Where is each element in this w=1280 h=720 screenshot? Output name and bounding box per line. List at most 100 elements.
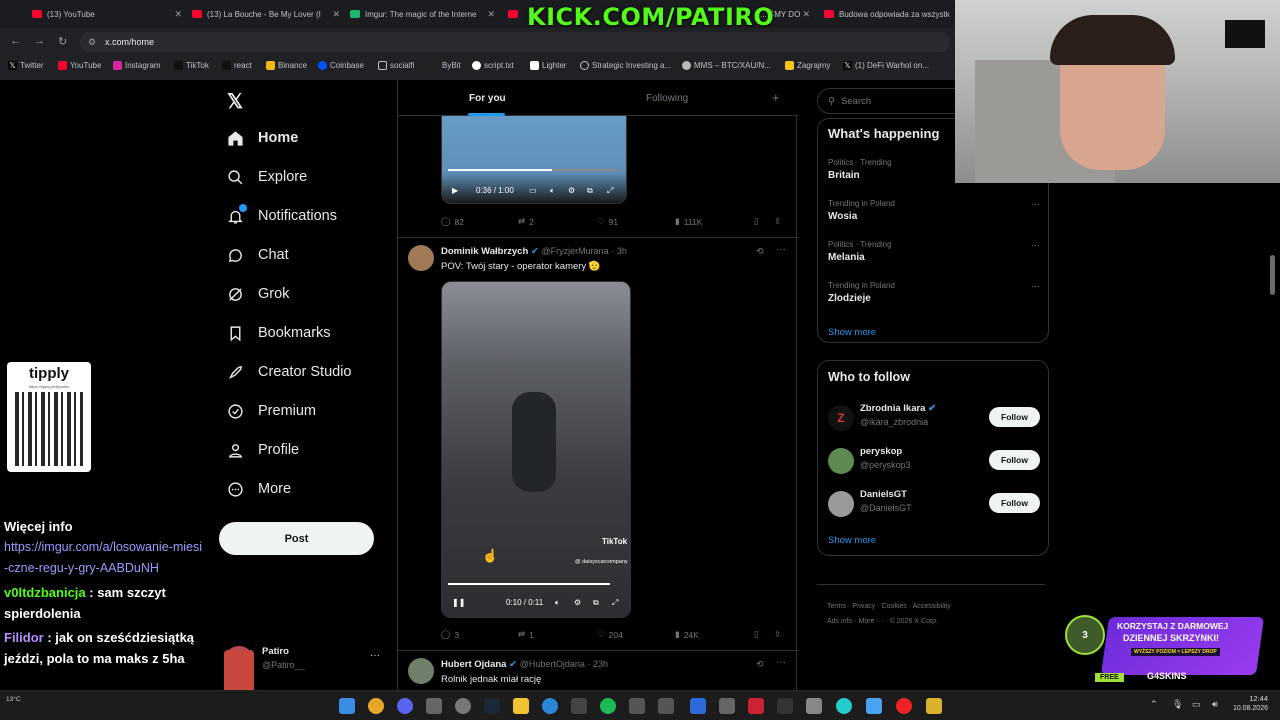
bookmark[interactable]: socialfi (378, 61, 414, 70)
play-icon[interactable]: ▶ (452, 186, 458, 195)
footer-link[interactable]: Privacy (852, 603, 875, 610)
bookmark[interactable]: Binance (266, 61, 307, 70)
fullscreen-icon[interactable]: ⤢ (612, 598, 618, 608)
bookmark[interactable]: Instagram (113, 61, 161, 70)
nav-notifications[interactable]: Notifications (226, 204, 337, 225)
nav-profile[interactable]: Profile (226, 441, 299, 459)
spotify-icon[interactable] (600, 698, 616, 714)
trend-item[interactable]: Politics · Trending Melania ··· (828, 240, 1040, 263)
close-icon[interactable]: ✕ (487, 9, 495, 20)
views-button[interactable]: ▮ 111K (675, 216, 702, 227)
discord-icon[interactable] (397, 698, 413, 714)
footer-link[interactable]: Terms (827, 603, 846, 610)
bookmark[interactable]: TikTok (174, 61, 209, 70)
obs-icon[interactable] (455, 698, 471, 714)
video-progress[interactable] (448, 169, 552, 171)
avatar[interactable] (408, 658, 434, 684)
bookmark[interactable]: 𝕏 (1) DeFi Warhol on... (843, 61, 929, 70)
app-icon[interactable] (748, 698, 764, 714)
clock-date[interactable]: 10.08.2026 (1222, 705, 1268, 712)
nav-explore[interactable]: Explore (226, 168, 307, 186)
bookmark[interactable]: YouTube (58, 61, 101, 70)
chrome-icon[interactable] (368, 698, 384, 714)
browser-tab[interactable]: Imgur: The magic of the Interne ✕ (350, 4, 495, 24)
bookmark-tweet-button[interactable]: ▯ (754, 629, 759, 640)
bookmark-tweet-button[interactable]: ▯ (754, 216, 759, 227)
bookmark[interactable]: 𝕏 Twitter (8, 61, 44, 70)
pip-icon[interactable]: ⧉ (587, 186, 593, 196)
trend-item[interactable]: Trending in Poland Zlodzieje ··· (828, 281, 1040, 304)
author-name[interactable]: Dominik Wałbrzych (441, 246, 528, 257)
browser-tab[interactable]: (13) YouTube ✕ (32, 4, 182, 24)
chat-link[interactable]: https://imgur.com/a/losowanie-miesi-czne… (0, 537, 205, 579)
bookmark[interactable]: react (222, 61, 252, 70)
grok-icon[interactable]: ⟲ (756, 659, 764, 670)
footer-link[interactable]: Ads info (827, 618, 852, 625)
repost-button[interactable]: ⇄ 1 (518, 629, 534, 640)
more-dots-icon[interactable]: ··· (776, 657, 786, 668)
browser-tab[interactable]: (13) La Bouche - Be My Lover (I ✕ (192, 4, 340, 24)
author-handle[interactable]: @FryzjerMurana (542, 246, 609, 256)
nav-bookmarks[interactable]: Bookmarks (226, 324, 331, 342)
notepad-icon[interactable] (866, 698, 882, 714)
app-icon[interactable] (896, 698, 912, 714)
share-button[interactable]: ⇪ (774, 629, 781, 640)
volume-icon[interactable]: 🔈︎ (555, 598, 560, 608)
grok-icon[interactable]: ⟲ (756, 246, 764, 257)
tab-for-you[interactable]: For you (469, 93, 506, 104)
follow-button[interactable]: Follow (989, 407, 1040, 427)
trend-item[interactable]: Trending in Poland Wosia ··· (828, 199, 1040, 222)
more-dots-icon[interactable]: ··· (370, 650, 380, 661)
close-icon[interactable]: ✕ (802, 9, 810, 20)
back-icon[interactable]: ← (10, 35, 21, 47)
app-icon[interactable] (836, 698, 852, 714)
app-icon[interactable] (629, 698, 645, 714)
url-field[interactable]: ⚙ x.com/home (80, 32, 950, 52)
tab-following[interactable]: Following (646, 93, 688, 104)
follow-suggestion[interactable]: DanielsGT @DanielsGT Follow (818, 485, 1050, 525)
close-icon[interactable]: ✕ (332, 9, 340, 20)
nav-creator-studio[interactable]: Creator Studio (226, 363, 352, 381)
folder-icon[interactable] (513, 698, 529, 714)
tweet-time[interactable]: · 23h (588, 659, 609, 669)
follow-button[interactable]: Follow (989, 450, 1040, 470)
nav-grok[interactable]: Grok (226, 285, 289, 303)
post-button[interactable]: Post (219, 522, 374, 555)
share-button[interactable]: ⇪ (774, 216, 781, 227)
nav-chat[interactable]: Chat (226, 246, 289, 264)
app-icon[interactable] (658, 698, 674, 714)
author-handle[interactable]: @HubertOjdana (520, 659, 585, 669)
settings-icon[interactable]: ⚙ (574, 598, 581, 607)
bookmark[interactable]: Coinbase (318, 61, 364, 70)
x-logo-icon[interactable]: 𝕏 (227, 89, 243, 114)
bookmark[interactable]: ByBit (430, 61, 461, 70)
follow-suggestion[interactable]: peryskop @peryskop3 Follow (818, 442, 1050, 482)
bookmark[interactable]: Zagrajmy (785, 61, 830, 70)
follow-button[interactable]: Follow (989, 493, 1040, 513)
forward-icon[interactable]: → (34, 35, 45, 47)
volume-icon[interactable]: 🔈︎ (550, 186, 555, 196)
settings-icon[interactable]: ⚙ (568, 186, 575, 195)
more-dots-icon[interactable]: ··· (776, 244, 786, 255)
app-icon[interactable] (806, 698, 822, 714)
video-player[interactable]: TikTok @ daisyscarcompany ❚❚ 0:10 / 0:11… (441, 281, 631, 618)
app-icon[interactable] (690, 698, 706, 714)
pause-icon[interactable]: ❚❚ (452, 598, 465, 607)
show-more-link[interactable]: Show more (828, 535, 876, 546)
site-info-icon[interactable]: ⚙ (88, 37, 96, 48)
scrollbar-thumb[interactable] (1270, 255, 1275, 295)
browser-tab[interactable]: Budowa odpowiada za wszystk (824, 4, 952, 24)
add-tab-icon[interactable]: + (772, 90, 780, 105)
close-icon[interactable]: ✕ (174, 9, 182, 20)
views-button[interactable]: ▮ 24K (675, 629, 699, 640)
more-dots-icon[interactable]: ··· (1031, 281, 1040, 291)
nav-more[interactable]: More (226, 480, 291, 498)
tweet-time[interactable]: · 3h (611, 246, 627, 256)
like-button[interactable]: ♡ 91 (597, 216, 618, 227)
app-icon[interactable] (777, 698, 793, 714)
reload-icon[interactable]: ↻ (58, 35, 67, 48)
clock-time[interactable]: 12:44 (1222, 694, 1268, 703)
pip-icon[interactable]: ⧉ (593, 598, 599, 608)
app-icon[interactable] (926, 698, 942, 714)
footer-link[interactable]: Cookies (881, 603, 906, 610)
